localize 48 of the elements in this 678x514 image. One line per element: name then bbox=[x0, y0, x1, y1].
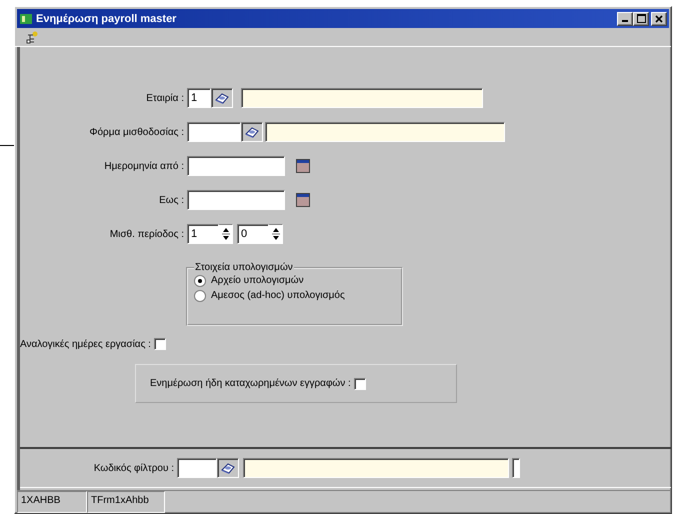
code-field[interactable]: 1 bbox=[187, 88, 211, 108]
checkbox[interactable] bbox=[154, 338, 166, 350]
calendar-button[interactable] bbox=[295, 192, 311, 208]
maximize-button[interactable] bbox=[633, 12, 649, 26]
lookup-button[interactable] bbox=[217, 458, 239, 478]
radio-button[interactable] bbox=[194, 274, 206, 286]
spin-button[interactable] bbox=[269, 224, 283, 244]
app-icon bbox=[20, 14, 32, 24]
status-text: TFrm1xAhbb bbox=[87, 491, 165, 513]
option-label: Αρχείο υπολογισμών bbox=[211, 275, 304, 286]
status-text: 1XAHBB bbox=[17, 491, 87, 513]
field-label: Φόρμα μισθοδοσίας : bbox=[88, 126, 185, 138]
field-label: Εως : bbox=[158, 194, 185, 206]
lookup-icon bbox=[244, 125, 260, 139]
window-title: Ενημέρωση payroll master bbox=[36, 12, 178, 24]
lookup-icon bbox=[214, 91, 230, 105]
close-button[interactable] bbox=[651, 12, 667, 26]
maximize-icon bbox=[636, 14, 646, 23]
minimize-icon bbox=[622, 20, 628, 22]
hierarchy-icon bbox=[26, 30, 38, 44]
group-title: Στοιχεία υπολογισμών bbox=[194, 262, 294, 273]
field-label: Εταιρία : bbox=[145, 92, 185, 104]
spin-arrows-icon bbox=[220, 226, 230, 242]
calendar-icon bbox=[296, 159, 310, 173]
field-label: Κωδικός φίλτρου : bbox=[92, 462, 175, 474]
close-icon bbox=[655, 14, 663, 22]
spin-arrows-icon bbox=[270, 226, 280, 242]
option-label: Αμεσος (ad-hoc) υπολογισμός bbox=[211, 290, 345, 301]
checkbox-label: Ενημέρωση ήδη καταχωρημένων εγγραφών : bbox=[150, 378, 351, 389]
lookup-button[interactable] bbox=[241, 122, 263, 142]
small-field[interactable] bbox=[512, 458, 520, 478]
spin-field[interactable]: 0 bbox=[237, 224, 269, 244]
spin-button[interactable] bbox=[219, 224, 233, 244]
date-field[interactable] bbox=[187, 190, 285, 210]
minimize-button[interactable] bbox=[617, 12, 633, 26]
code-field[interactable] bbox=[177, 458, 217, 478]
date-field[interactable] bbox=[187, 156, 285, 176]
code-field[interactable] bbox=[187, 122, 241, 142]
field-label: Μισθ. περίοδος : bbox=[108, 228, 185, 240]
lookup-button[interactable] bbox=[211, 88, 233, 108]
field-label: Ημερομηνία από : bbox=[103, 160, 185, 172]
lookup-icon bbox=[220, 461, 236, 475]
calendar-button[interactable] bbox=[295, 158, 311, 174]
checkbox-label: Αναλογικές ημέρες εργασίας : bbox=[20, 338, 151, 350]
checkbox[interactable] bbox=[354, 378, 366, 390]
radio-button[interactable] bbox=[194, 290, 206, 302]
spin-field[interactable]: 1 bbox=[187, 224, 219, 244]
calendar-icon bbox=[296, 193, 310, 207]
